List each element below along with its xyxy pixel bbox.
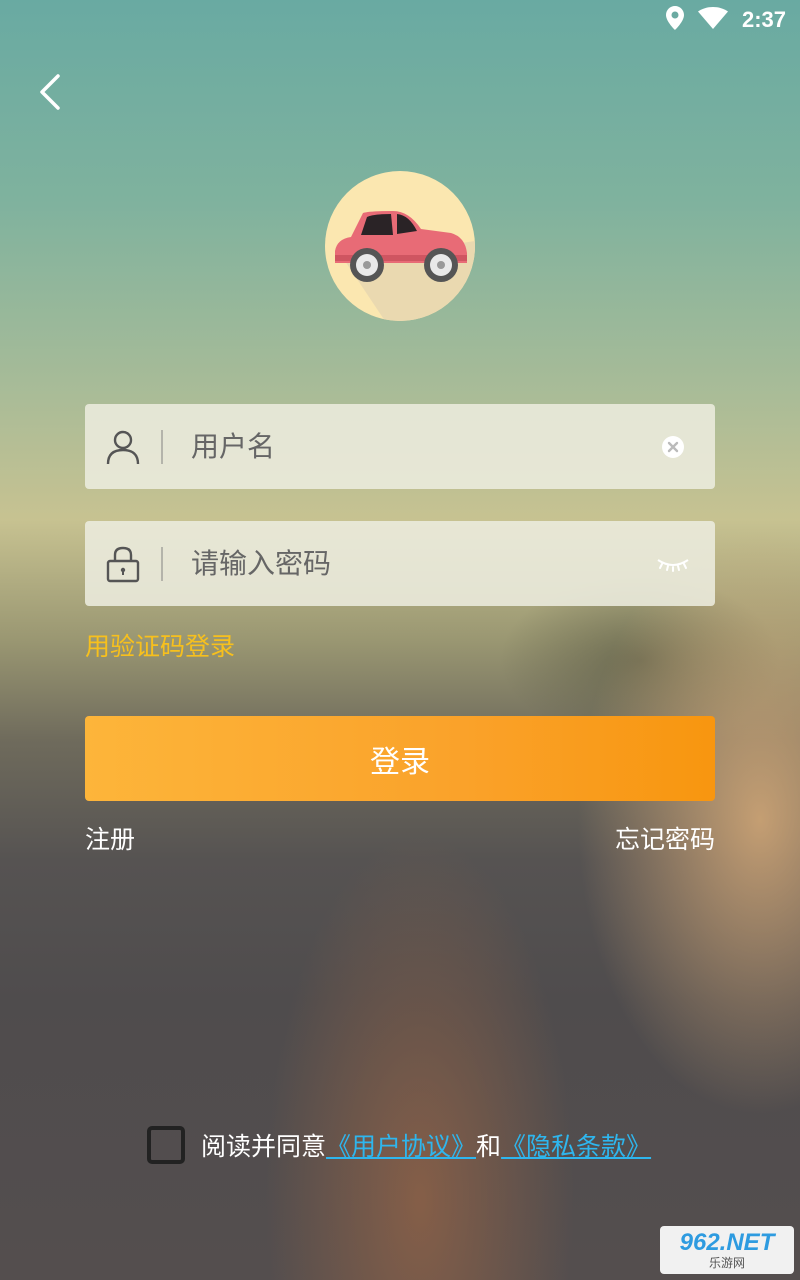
agreement-conjunction: 和 xyxy=(476,1132,502,1161)
back-button[interactable] xyxy=(28,66,72,118)
location-icon xyxy=(665,6,684,34)
status-time: 2:37 xyxy=(741,7,786,32)
agreement-checkbox[interactable] xyxy=(147,1126,185,1164)
username-input[interactable] xyxy=(163,404,631,489)
car-icon xyxy=(335,211,475,321)
login-button[interactable]: 登录 xyxy=(85,716,715,801)
forgot-password-link[interactable]: 忘记密码 xyxy=(615,820,715,856)
user-agreement-link[interactable]: 《用户协议》 xyxy=(326,1127,476,1163)
clear-icon[interactable] xyxy=(631,435,715,459)
avatar xyxy=(325,171,475,321)
agreement-row: 阅读并同意 《用户协议》 和 《隐私条款》 xyxy=(147,1125,651,1165)
lock-icon xyxy=(85,545,161,583)
sms-login-link[interactable]: 用验证码登录 xyxy=(85,627,235,663)
watermark-logo: 962.NET 乐游网 xyxy=(660,1226,794,1274)
watermark-sub: 乐游网 xyxy=(708,1256,745,1270)
watermark-brand: 962.NET xyxy=(679,1229,775,1256)
password-input[interactable] xyxy=(163,521,631,606)
privacy-policy-link[interactable]: 《隐私条款》 xyxy=(501,1127,651,1163)
status-bar: 2:37 xyxy=(0,0,800,40)
username-field xyxy=(85,404,715,489)
chevron-left-icon xyxy=(40,74,60,110)
eye-closed-icon[interactable] xyxy=(631,556,715,572)
user-icon xyxy=(85,429,161,465)
password-field xyxy=(85,521,715,606)
agreement-prefix: 阅读并同意 xyxy=(201,1132,327,1161)
wifi-icon xyxy=(697,7,728,33)
register-link[interactable]: 注册 xyxy=(85,820,135,856)
